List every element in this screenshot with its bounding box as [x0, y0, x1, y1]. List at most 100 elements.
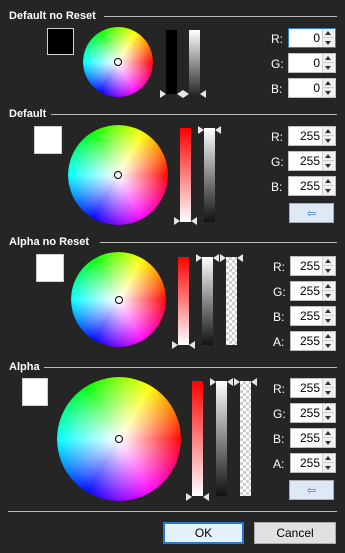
b-spinner[interactable] [322, 79, 334, 97]
color-wheel[interactable] [57, 377, 181, 501]
chevron-up-icon[interactable] [325, 406, 331, 410]
b-spinner[interactable] [322, 177, 334, 195]
b-input[interactable]: 255 [290, 428, 336, 448]
reset-button[interactable]: ⇦ [289, 480, 334, 500]
chevron-down-icon[interactable] [325, 91, 331, 95]
g-spinner[interactable] [322, 152, 334, 170]
brightness-slider-handle-left[interactable] [196, 254, 202, 262]
hue-slider-handle-right[interactable] [191, 217, 197, 225]
wheel-cursor[interactable] [114, 171, 122, 179]
alpha-slider-handle-right[interactable] [237, 254, 243, 262]
chevron-up-icon[interactable] [325, 309, 331, 313]
chevron-up-icon[interactable] [325, 456, 331, 460]
color-wheel[interactable] [83, 27, 153, 97]
chevron-down-icon[interactable] [325, 41, 331, 45]
chevron-down-icon[interactable] [325, 391, 331, 395]
brightness-slider[interactable] [204, 128, 215, 222]
r-input[interactable]: 255 [290, 256, 336, 276]
cancel-button[interactable]: Cancel [254, 522, 336, 544]
b-input[interactable]: 0 [288, 78, 336, 98]
chevron-up-icon[interactable] [325, 179, 331, 183]
g-input[interactable]: 255 [288, 151, 336, 171]
a-input[interactable]: 255 [290, 331, 336, 351]
hue-slider-handle-right[interactable] [189, 341, 195, 349]
alpha-slider[interactable] [226, 257, 237, 345]
alpha-slider-handle-left[interactable] [220, 254, 226, 262]
r-input[interactable]: 255 [290, 378, 336, 398]
chevron-down-icon[interactable] [325, 466, 331, 470]
brightness-slider-handle-right[interactable] [227, 378, 233, 386]
brightness-slider-handle-left[interactable] [198, 126, 204, 134]
chevron-up-icon[interactable] [325, 431, 331, 435]
g-input[interactable]: 255 [290, 281, 336, 301]
alpha-slider-handle-left[interactable] [234, 378, 240, 386]
chevron-down-icon[interactable] [325, 269, 331, 273]
chevron-up-icon[interactable] [325, 31, 331, 35]
chevron-down-icon[interactable] [325, 344, 331, 348]
a-spinner[interactable] [322, 454, 334, 472]
chevron-down-icon[interactable] [325, 416, 331, 420]
hue-slider-handle-right[interactable] [203, 493, 209, 501]
brightness-slider-handle-right[interactable] [213, 254, 219, 262]
r-spinner[interactable] [322, 257, 334, 275]
chevron-down-icon[interactable] [325, 164, 331, 168]
chevron-up-icon[interactable] [325, 154, 331, 158]
brightness-slider[interactable] [189, 30, 200, 94]
r-input[interactable]: 255 [288, 126, 336, 146]
g-input[interactable]: 0 [288, 53, 336, 73]
hue-slider[interactable] [192, 381, 203, 496]
a-spinner[interactable] [322, 332, 334, 350]
brightness-slider-handle-right[interactable] [215, 126, 221, 134]
g-input[interactable]: 255 [290, 403, 336, 423]
chevron-up-icon[interactable] [325, 381, 331, 385]
chevron-up-icon[interactable] [325, 56, 331, 60]
wheel-cursor[interactable] [114, 58, 122, 66]
r-label: R: [271, 130, 283, 144]
chevron-down-icon[interactable] [325, 294, 331, 298]
reset-button[interactable]: ⇦ [289, 203, 334, 223]
alpha-slider[interactable] [240, 381, 251, 496]
b-spinner[interactable] [322, 307, 334, 325]
g-spinner[interactable] [322, 404, 334, 422]
chevron-up-icon[interactable] [325, 129, 331, 133]
b-input[interactable]: 255 [288, 176, 336, 196]
color-wheel[interactable] [68, 125, 168, 225]
chevron-up-icon[interactable] [325, 334, 331, 338]
hue-slider-handle-left[interactable] [174, 217, 180, 225]
r-spinner[interactable] [322, 29, 334, 47]
brightness-slider[interactable] [216, 381, 227, 496]
r-spinner[interactable] [322, 379, 334, 397]
brightness-slider[interactable] [202, 257, 213, 345]
chevron-down-icon[interactable] [325, 319, 331, 323]
chevron-down-icon[interactable] [325, 66, 331, 70]
b-value: 255 [299, 179, 320, 193]
hue-slider-handle-left[interactable] [172, 341, 178, 349]
wheel-cursor[interactable] [115, 435, 123, 443]
r-input[interactable]: 0 [288, 28, 336, 48]
brightness-slider-handle-right[interactable] [200, 90, 206, 98]
wheel-cursor[interactable] [115, 296, 123, 304]
brightness-slider-handle-left[interactable] [210, 378, 216, 386]
chevron-up-icon[interactable] [325, 284, 331, 288]
hue-slider-handle-left[interactable] [186, 493, 192, 501]
arrow-left-icon: ⇦ [306, 207, 317, 220]
r-spinner[interactable] [322, 127, 334, 145]
ok-button[interactable]: OK [163, 522, 244, 544]
color-wheel[interactable] [71, 252, 166, 347]
alpha-slider-handle-right[interactable] [251, 378, 257, 386]
value-slider-handle-left[interactable] [160, 90, 166, 98]
chevron-up-icon[interactable] [325, 81, 331, 85]
chevron-up-icon[interactable] [325, 259, 331, 263]
b-spinner[interactable] [322, 429, 334, 447]
chevron-down-icon[interactable] [325, 189, 331, 193]
g-spinner[interactable] [322, 282, 334, 300]
brightness-slider-handle-left[interactable] [183, 90, 189, 98]
chevron-down-icon[interactable] [325, 441, 331, 445]
a-input[interactable]: 255 [290, 453, 336, 473]
chevron-down-icon[interactable] [325, 139, 331, 143]
value-slider[interactable] [166, 30, 177, 94]
b-input[interactable]: 255 [290, 306, 336, 326]
hue-slider[interactable] [180, 128, 191, 222]
hue-slider[interactable] [178, 257, 189, 345]
g-spinner[interactable] [322, 54, 334, 72]
